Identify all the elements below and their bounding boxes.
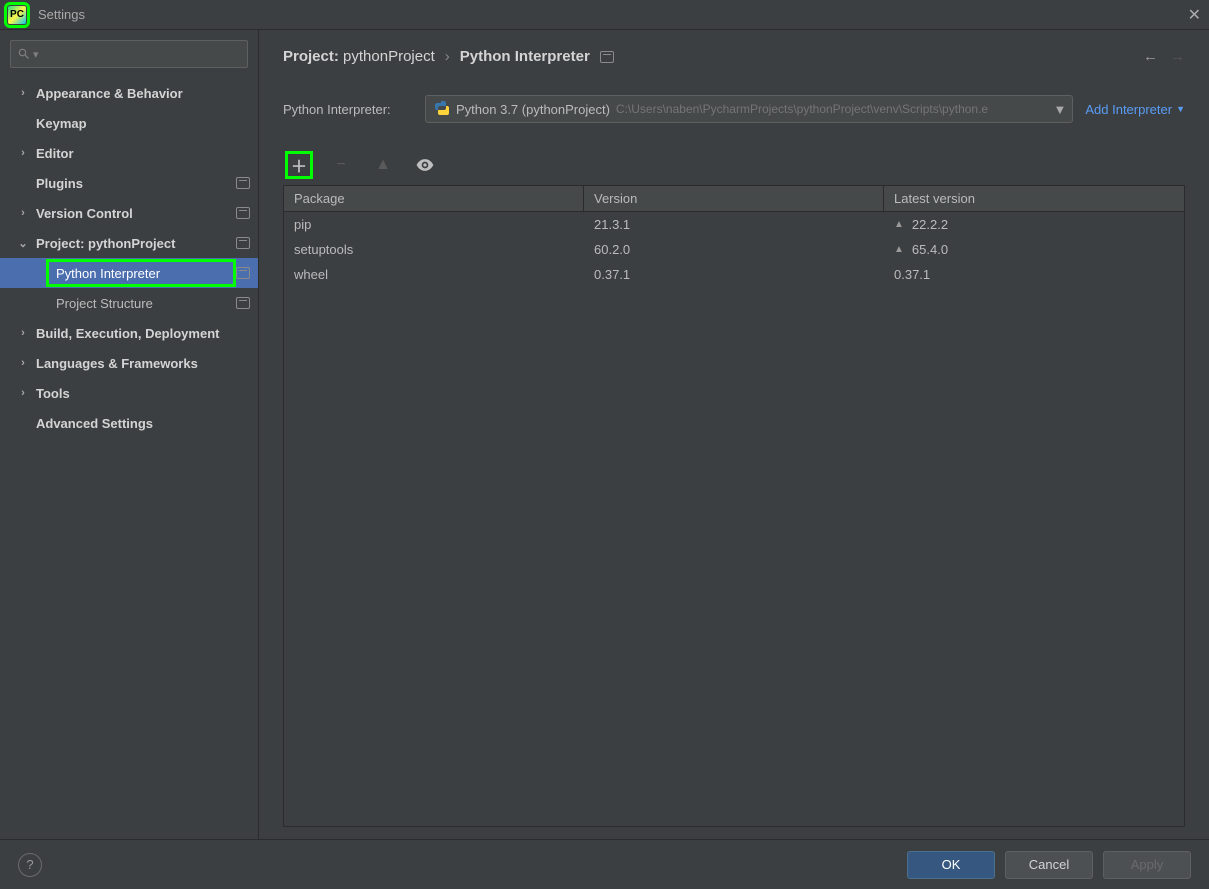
project-settings-icon bbox=[236, 267, 250, 279]
sidebar-item-label: Languages & Frameworks bbox=[36, 356, 198, 371]
settings-tree: › Appearance & Behavior Keymap › Editor Plugi… bbox=[0, 78, 258, 839]
chevron-right-icon: › bbox=[16, 327, 30, 339]
sidebar-item[interactable]: › Build, Execution, Deployment bbox=[0, 318, 258, 348]
sidebar-item-label: Keymap bbox=[36, 116, 87, 131]
package-name: setuptools bbox=[284, 237, 584, 262]
project-settings-icon bbox=[236, 237, 250, 249]
settings-sidebar: ▾ › Appearance & Behavior Keymap › Editor Plu… bbox=[0, 30, 259, 839]
package-table-header: Package Version Latest version bbox=[284, 186, 1184, 212]
content-pane: Project: pythonProject › Python Interpre… bbox=[259, 30, 1209, 839]
sidebar-item-label: Python Interpreter bbox=[56, 266, 160, 281]
sidebar-item-label: Project: pythonProject bbox=[36, 236, 175, 251]
package-table: Package Version Latest version pip21.3.1… bbox=[283, 185, 1185, 827]
table-row[interactable]: pip21.3.1▲22.2.2 bbox=[284, 212, 1184, 237]
forward-icon: → bbox=[1170, 48, 1185, 65]
chevron-right-icon: › bbox=[16, 387, 30, 399]
package-name: pip bbox=[284, 212, 584, 237]
chevron-right-icon: › bbox=[16, 357, 30, 369]
col-package[interactable]: Package bbox=[284, 186, 584, 211]
project-settings-icon bbox=[236, 177, 250, 189]
search-icon bbox=[17, 47, 31, 61]
table-row[interactable]: wheel0.37.10.37.1 bbox=[284, 262, 1184, 287]
eye-icon bbox=[415, 155, 435, 175]
col-latest[interactable]: Latest version bbox=[884, 186, 1184, 211]
sidebar-item[interactable]: Plugins bbox=[0, 168, 258, 198]
sidebar-item-label: Project Structure bbox=[56, 296, 153, 311]
interpreter-label: Python Interpreter: bbox=[283, 102, 413, 117]
sidebar-item[interactable]: › Languages & Frameworks bbox=[0, 348, 258, 378]
back-icon[interactable]: ← bbox=[1143, 48, 1158, 65]
chevron-down-icon: ⌄ bbox=[16, 237, 30, 250]
breadcrumb-page: Python Interpreter bbox=[460, 48, 590, 65]
sidebar-item[interactable]: › Tools bbox=[0, 378, 258, 408]
project-settings-icon bbox=[236, 297, 250, 309]
sidebar-item[interactable]: Project Structure bbox=[0, 288, 258, 318]
sidebar-item-label: Version Control bbox=[36, 206, 133, 221]
chevron-right-icon: › bbox=[16, 87, 30, 99]
interpreter-dropdown[interactable]: Python 3.7 (pythonProject) C:\Users\nabe… bbox=[425, 95, 1073, 123]
sidebar-item[interactable]: › Version Control bbox=[0, 198, 258, 228]
python-icon bbox=[434, 100, 450, 119]
sidebar-item[interactable]: › Editor bbox=[0, 138, 258, 168]
sidebar-item-label: Appearance & Behavior bbox=[36, 86, 183, 101]
cancel-button[interactable]: Cancel bbox=[1005, 851, 1093, 879]
package-version: 21.3.1 bbox=[584, 212, 884, 237]
sidebar-item-label: Plugins bbox=[36, 176, 83, 191]
upgrade-available-icon: ▲ bbox=[894, 244, 904, 255]
sidebar-item-label: Build, Execution, Deployment bbox=[36, 326, 219, 341]
breadcrumb-separator-icon: › bbox=[445, 48, 450, 65]
table-row[interactable]: setuptools60.2.0▲65.4.0 bbox=[284, 237, 1184, 262]
ok-button[interactable]: OK bbox=[907, 851, 995, 879]
sidebar-item[interactable]: ⌄ Project: pythonProject bbox=[0, 228, 258, 258]
dialog-footer: ? OK Cancel Apply bbox=[0, 839, 1209, 889]
add-interpreter-label: Add Interpreter bbox=[1085, 102, 1172, 117]
package-latest: ▲65.4.0 bbox=[884, 237, 1184, 262]
breadcrumb: Project: pythonProject › Python Interpre… bbox=[283, 48, 1185, 65]
add-package-button[interactable]: ＋ bbox=[285, 151, 313, 179]
show-early-releases-button[interactable] bbox=[411, 151, 439, 179]
chevron-down-icon: ▼ bbox=[1053, 102, 1066, 117]
package-toolbar: ＋ − ▲ bbox=[283, 151, 1185, 179]
project-settings-icon bbox=[236, 207, 250, 219]
sidebar-item-label: Advanced Settings bbox=[36, 416, 153, 431]
chevron-right-icon: › bbox=[16, 147, 30, 159]
add-interpreter-link[interactable]: Add Interpreter ▼ bbox=[1085, 102, 1185, 117]
sidebar-item-label: Editor bbox=[36, 146, 74, 161]
sidebar-item-label: Tools bbox=[36, 386, 70, 401]
titlebar: PC Settings ✕ bbox=[0, 0, 1209, 30]
upgrade-available-icon: ▲ bbox=[894, 219, 904, 230]
col-version[interactable]: Version bbox=[584, 186, 884, 211]
close-icon[interactable]: ✕ bbox=[1188, 5, 1201, 25]
upgrade-package-button: ▲ bbox=[369, 151, 397, 179]
package-latest: 0.37.1 bbox=[884, 262, 1184, 287]
interpreter-path: C:\Users\naben\PycharmProjects\pythonPro… bbox=[616, 102, 1048, 116]
sidebar-item[interactable]: Advanced Settings bbox=[0, 408, 258, 438]
remove-package-button: − bbox=[327, 151, 355, 179]
breadcrumb-project-name: pythonProject bbox=[343, 48, 435, 65]
pycharm-app-icon: PC bbox=[8, 6, 26, 24]
package-version: 60.2.0 bbox=[584, 237, 884, 262]
interpreter-name: Python 3.7 (pythonProject) bbox=[456, 102, 610, 117]
package-name: wheel bbox=[284, 262, 584, 287]
chevron-right-icon: › bbox=[16, 207, 30, 219]
breadcrumb-project-label: Project: bbox=[283, 48, 339, 65]
chevron-down-icon: ▼ bbox=[1176, 104, 1185, 114]
package-latest: ▲22.2.2 bbox=[884, 212, 1184, 237]
apply-button: Apply bbox=[1103, 851, 1191, 879]
help-button[interactable]: ? bbox=[18, 853, 42, 877]
sidebar-item[interactable]: Python Interpreter bbox=[0, 258, 258, 288]
search-input[interactable]: ▾ bbox=[10, 40, 248, 68]
package-version: 0.37.1 bbox=[584, 262, 884, 287]
sidebar-item[interactable]: › Appearance & Behavior bbox=[0, 78, 258, 108]
sidebar-item[interactable]: Keymap bbox=[0, 108, 258, 138]
project-settings-icon bbox=[600, 51, 614, 63]
window-title: Settings bbox=[38, 7, 85, 22]
